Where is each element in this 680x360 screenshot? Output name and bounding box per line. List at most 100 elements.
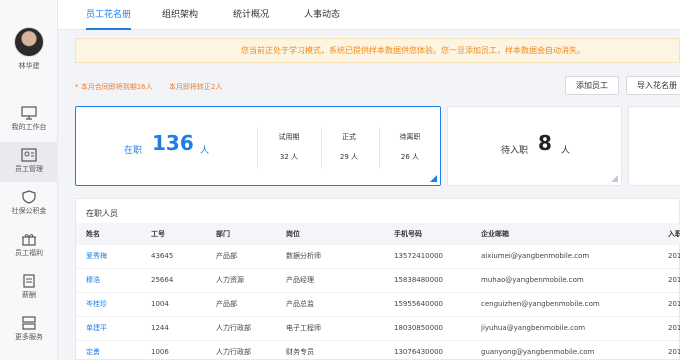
corner-marker <box>611 175 618 182</box>
leaving-stat[interactable]: 待离职 26 人 <box>380 132 440 162</box>
employee-id: 1006 <box>151 348 169 356</box>
position: 产品经理 <box>286 276 314 284</box>
sidebar-item-label: 薪酬 <box>22 291 36 299</box>
import-roster-button[interactable]: 导入花名册 <box>626 76 680 95</box>
phone: 15838480000 <box>394 276 443 284</box>
onjob-count: 136 <box>152 131 194 155</box>
regularization-alert[interactable]: 本月即将转正2人 <box>169 83 222 91</box>
contract-expiry-alert[interactable]: * 本月合同即将到期16人 <box>75 83 153 91</box>
employee-name-link[interactable]: 单建平 <box>86 317 107 339</box>
sidebar-item-welfare[interactable]: 员工福利 <box>0 226 58 266</box>
table-row[interactable]: 定勇 1006 人力行政部 财务专员 13076430000 guanyong@… <box>76 341 680 360</box>
department: 人力行政部 <box>216 348 251 356</box>
email: muhao@yangbenmobile.com <box>481 276 584 284</box>
more-summary-card[interactable] <box>628 106 680 186</box>
position: 电子工程师 <box>286 324 321 332</box>
probation-stat[interactable]: 试用期 32 人 <box>259 132 319 162</box>
document-icon <box>23 274 35 288</box>
department: 人力资源 <box>216 276 244 284</box>
onjob-summary-card[interactable]: 在职 136 人 试用期 32 人 正式 29 人 待离职 26 人 <box>75 106 441 186</box>
sidebar-item-label: 社保公积金 <box>11 207 47 215</box>
employee-name-link[interactable]: 穆浩 <box>86 269 100 291</box>
employee-name-link[interactable]: 定勇 <box>86 341 100 360</box>
sidebar-item-label: 我的工作台 <box>11 123 47 131</box>
onjob-label: 在职 <box>124 146 143 156</box>
employee-name-link[interactable]: 岑桂珍 <box>86 293 107 315</box>
tab-hr-dynamics[interactable]: 人事动态 <box>304 0 340 30</box>
table-row[interactable]: 穆浩 25664 人力资源 产品经理 15838480000 muhao@yan… <box>76 269 680 293</box>
corner-marker <box>430 175 437 182</box>
department: 产品部 <box>216 252 237 260</box>
hire-date: 201 <box>668 252 680 260</box>
phone: 15955640000 <box>394 300 443 308</box>
employee-id: 1244 <box>151 324 169 332</box>
pending-label: 待入职 <box>501 146 529 156</box>
phone: 13076430000 <box>394 348 443 356</box>
sidebar-item-social-security[interactable]: 社保公积金 <box>0 184 58 224</box>
regular-stat[interactable]: 正式 29 人 <box>319 132 379 162</box>
table-row[interactable]: 单建平 1244 人力行政部 电子工程师 18030850000 jiyuhua… <box>76 317 680 341</box>
employee-name-link[interactable]: 爱秀梅 <box>86 245 107 267</box>
employee-list-panel: 在职人员 姓名 工号 部门 岗位 手机号码 企业邮箱 入职 爱秀梅 43645 … <box>75 198 680 360</box>
position: 数据分析师 <box>286 252 321 260</box>
reminder-bar: * 本月合同即将到期16人 本月即将转正2人 <box>75 82 236 92</box>
employee-id: 25664 <box>151 276 174 284</box>
regular-value: 29 人 <box>339 153 359 161</box>
sidebar-item-salary[interactable]: 薪酬 <box>0 268 58 308</box>
top-tab-bar: 员工花名册 组织架构 统计概况 人事动态 <box>58 0 680 30</box>
employee-id: 1004 <box>151 300 169 308</box>
tab-roster[interactable]: 员工花名册 <box>86 0 132 30</box>
email: aixiumei@yangbenmobile.com <box>481 252 590 260</box>
grid-icon <box>22 316 36 330</box>
hire-date: 201 <box>668 348 680 356</box>
hire-date: 201 <box>668 324 680 332</box>
add-employee-button[interactable]: 添加员工 <box>565 76 619 95</box>
column-header[interactable]: 岗位 <box>286 223 300 245</box>
table-row[interactable]: 爱秀梅 43645 产品部 数据分析师 13572410000 aixiumei… <box>76 245 680 269</box>
shield-icon <box>22 190 36 204</box>
employee-id: 43645 <box>151 252 174 260</box>
email: cenguizhen@yangbenmobile.com <box>481 300 600 308</box>
department: 产品部 <box>216 300 237 308</box>
column-header[interactable]: 企业邮箱 <box>481 223 509 245</box>
table-row[interactable]: 岑桂珍 1004 产品部 产品总监 15955640000 cenguizhen… <box>76 293 680 317</box>
sidebar-item-label: 更多服务 <box>15 333 43 341</box>
phone: 13572410000 <box>394 252 443 260</box>
gift-icon <box>22 234 36 246</box>
probation-label: 试用期 <box>278 133 300 141</box>
monitor-icon <box>21 106 37 120</box>
department: 人力行政部 <box>216 324 251 332</box>
user-name: 林华建 <box>18 62 40 70</box>
email: guanyong@yangbenmobile.com <box>481 348 595 356</box>
id-card-icon <box>21 148 37 162</box>
list-title: 在职人员 <box>86 209 118 218</box>
leaving-value: 26 人 <box>400 153 420 161</box>
hire-date: 201 <box>668 276 680 284</box>
column-header[interactable]: 部门 <box>216 223 230 245</box>
sidebar-item-label: 员工福利 <box>15 249 43 257</box>
position: 财务专员 <box>286 348 314 356</box>
phone: 18030850000 <box>394 324 443 332</box>
sidebar: 林华建 我的工作台 员工管理 社保公积金 员工福利 薪酬 更多服务 <box>0 0 58 360</box>
hire-date: 201 <box>668 300 680 308</box>
sidebar-item-employee[interactable]: 员工管理 <box>0 142 58 182</box>
column-header[interactable]: 工号 <box>151 223 165 245</box>
column-header[interactable]: 入职 <box>668 223 680 245</box>
probation-value: 32 人 <box>279 153 299 161</box>
column-header[interactable]: 手机号码 <box>394 223 422 245</box>
sidebar-item-more[interactable]: 更多服务 <box>0 310 58 350</box>
leaving-label: 待离职 <box>399 133 421 141</box>
tab-org-structure[interactable]: 组织架构 <box>162 0 198 30</box>
regular-label: 正式 <box>342 133 356 141</box>
pending-summary-card[interactable]: 待入职 8 人 <box>447 106 622 186</box>
pending-count: 8 <box>538 131 552 155</box>
tab-statistics[interactable]: 统计概况 <box>233 0 269 30</box>
sidebar-item-label: 员工管理 <box>15 165 43 173</box>
email: jiyuhua@yangbenmobile.com <box>481 324 586 332</box>
position: 产品总监 <box>286 300 314 308</box>
onjob-unit: 人 <box>200 146 210 156</box>
table-header: 姓名 工号 部门 岗位 手机号码 企业邮箱 入职 <box>76 223 680 245</box>
sidebar-item-workbench[interactable]: 我的工作台 <box>0 100 58 140</box>
column-header[interactable]: 姓名 <box>86 223 100 245</box>
avatar[interactable] <box>14 27 44 57</box>
